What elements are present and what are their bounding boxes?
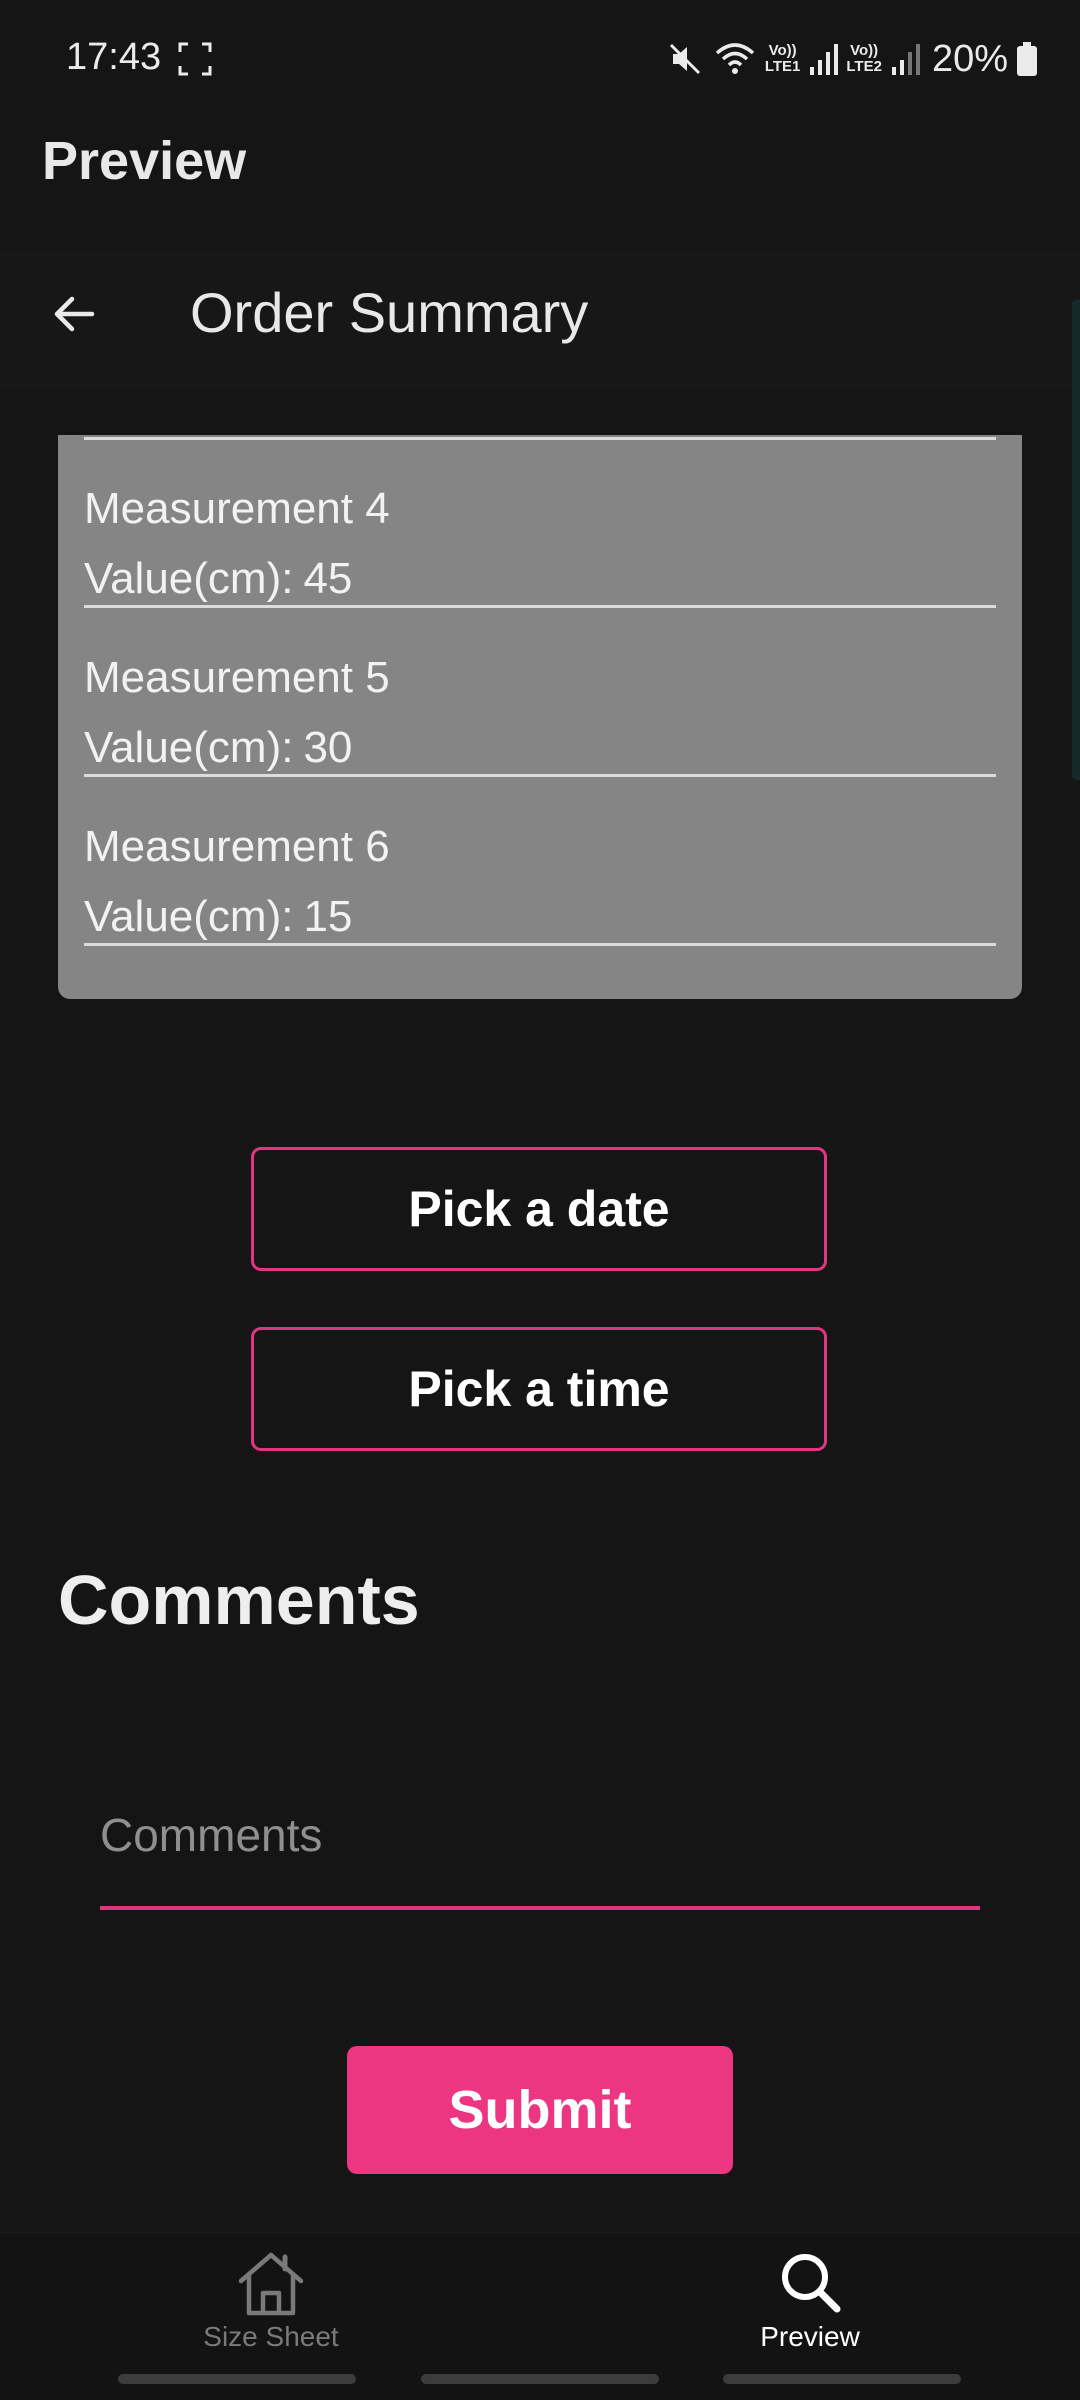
comments-field[interactable]: [100, 1780, 980, 1910]
back-button[interactable]: [40, 280, 108, 348]
battery-percent: 20%: [931, 37, 1008, 80]
measurement-value: 15: [303, 892, 353, 941]
measurement-value-label: Value(cm):: [84, 554, 294, 603]
measurement-name: Measurement 6: [84, 822, 390, 871]
measurement-item: Measurement 4 Value(cm): 45: [84, 440, 996, 608]
measurement-item: Measurement 6 Value(cm): 15: [84, 778, 996, 946]
divider: [84, 774, 996, 777]
submit-button[interactable]: Submit: [347, 2046, 733, 2174]
status-icons: Vo)) LTE1 Vo)) LTE2 20%: [665, 34, 1038, 84]
measurement-item: Measurement 5 Value(cm): 30: [84, 609, 996, 777]
nav-label: Size Sheet: [203, 2321, 339, 2352]
scroll-indicator: [1072, 300, 1080, 780]
gesture-segment[interactable]: [723, 2374, 961, 2384]
measurement-value-label: Value(cm):: [84, 892, 294, 941]
lte2-label: Vo)) LTE2: [846, 42, 882, 75]
nav-item-size-sheet[interactable]: Size Sheet: [121, 2233, 421, 2361]
nav-item-preview[interactable]: Preview: [660, 2233, 960, 2361]
measurement-value: 45: [303, 554, 353, 603]
toolbar-title: Order Summary: [190, 281, 589, 344]
bottom-nav: Size Sheet Preview: [0, 2232, 1080, 2361]
status-time: 17:43: [66, 36, 162, 78]
signal-icon: [810, 44, 839, 75]
comments-heading: Comments: [58, 1561, 420, 1639]
gesture-segment[interactable]: [118, 2374, 356, 2384]
screen-record-icon: [178, 42, 212, 76]
wifi-icon: [715, 43, 754, 74]
comments-underline: [100, 1906, 980, 1910]
measurement-value: 30: [303, 723, 353, 772]
toolbar: Order Summary: [0, 250, 1080, 390]
battery-icon: [1017, 42, 1037, 76]
pick-time-button[interactable]: Pick a time: [251, 1327, 827, 1451]
nav-label: Preview: [760, 2321, 860, 2352]
divider: [84, 943, 996, 946]
comments-input[interactable]: [100, 1780, 980, 1890]
mute-icon: [669, 43, 700, 75]
gesture-bar: [0, 2360, 1080, 2400]
pick-date-button[interactable]: Pick a date: [251, 1147, 827, 1271]
arrow-left-icon: [54, 296, 95, 332]
measurement-value-row: Value(cm): 45: [84, 554, 352, 604]
measurement-value-label: Value(cm):: [84, 723, 294, 772]
measurements-card[interactable]: Measurement 4 Value(cm): 45 Measurement 5…: [58, 435, 1022, 999]
measurement-value-row: Value(cm): 30: [84, 723, 352, 773]
measurement-value-row: Value(cm): 15: [84, 892, 352, 942]
measurement-name: Measurement 4: [84, 484, 390, 533]
divider: [84, 605, 996, 608]
app-title: Preview: [42, 131, 247, 191]
search-icon: [782, 2254, 841, 2313]
lte1-label: Vo)) LTE1: [764, 42, 801, 75]
measurement-name: Measurement 5: [84, 653, 390, 702]
signal-icon: [891, 44, 920, 75]
status-bar: 17:43 Vo)) LTE1 Vo)) LTE2 20%: [0, 0, 1080, 120]
home-icon: [238, 2252, 304, 2316]
gesture-segment[interactable]: [421, 2374, 659, 2384]
